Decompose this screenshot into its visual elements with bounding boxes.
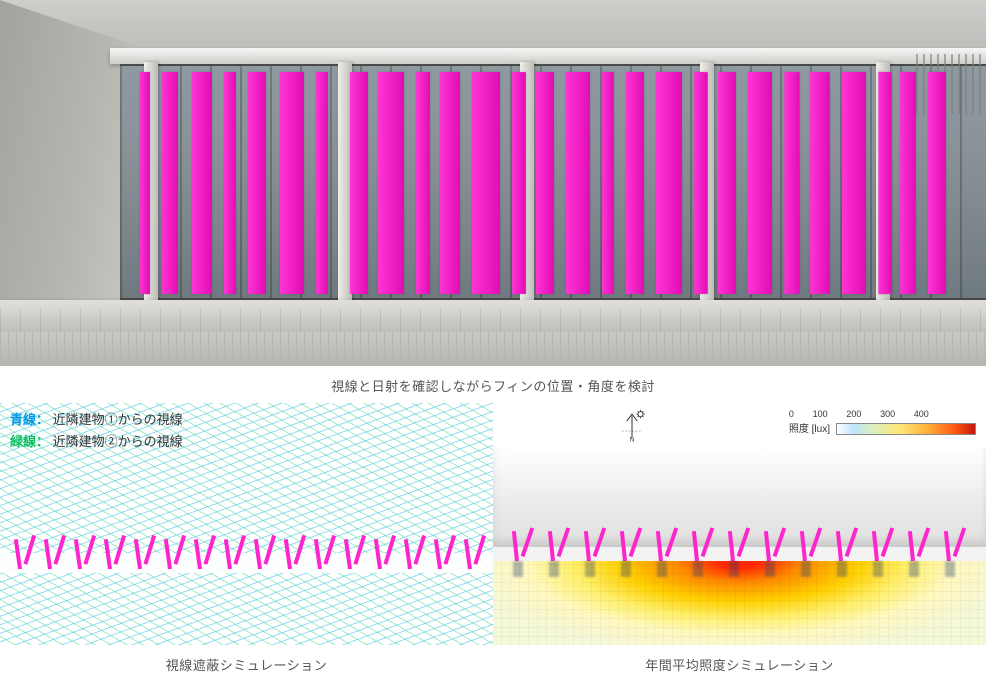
sightline-fins (0, 539, 493, 573)
plan-fin (836, 531, 843, 561)
fin-shadow (585, 561, 595, 577)
fin (350, 72, 368, 294)
bottom-captions: 視線遮蔽シミュレーション 年間平均照度シミュレーション (0, 645, 986, 682)
legend-blue-label: 青線： (10, 412, 49, 427)
fin (718, 72, 736, 294)
legend-green-text: 近隣建物②からの視線 (53, 434, 183, 449)
plan-fin (908, 531, 915, 561)
plan-fin (434, 539, 442, 569)
plan-fin (374, 539, 382, 569)
fin (224, 72, 236, 294)
fin (440, 72, 460, 294)
fin-shadow (549, 561, 559, 577)
fin-shadow (513, 561, 523, 577)
fin (280, 72, 304, 294)
fin-shadow (801, 561, 811, 577)
fin (810, 72, 830, 294)
plan-fin (224, 539, 232, 569)
illuminance-caption: 年間平均照度シミュレーション (493, 645, 986, 682)
plan-fin (104, 539, 112, 569)
plan-fin (692, 531, 699, 561)
lux-tick: 300 (880, 409, 895, 419)
plan-fin (404, 539, 412, 569)
fin (900, 72, 916, 294)
sightline-legend: 青線： 近隣建物①からの視線 緑線： 近隣建物②からの視線 (6, 407, 187, 455)
fin-shadow (837, 561, 847, 577)
compass-letter: N (630, 436, 635, 443)
plan-fin (872, 531, 879, 561)
fin (602, 72, 614, 294)
lower-storey (0, 332, 986, 366)
plan-fin (944, 531, 951, 561)
legend-blue-text: 近隣建物①からの視線 (53, 412, 183, 427)
plan-fin (512, 531, 519, 561)
legend-green-label: 緑線： (10, 434, 49, 449)
fin (566, 72, 590, 294)
fin (162, 72, 178, 294)
plan-fin (134, 539, 142, 569)
fin (842, 72, 866, 294)
plan-fin (584, 531, 591, 561)
fin-shadow (945, 561, 955, 577)
plan-fin (194, 539, 202, 569)
plan-fin (548, 531, 555, 561)
lux-tick: 0 (789, 409, 794, 419)
plan-fin (74, 539, 82, 569)
fin-shadow (729, 561, 739, 577)
lux-tick: 100 (813, 409, 828, 419)
fin (626, 72, 644, 294)
plan-fin (164, 539, 172, 569)
plan-fin (620, 531, 627, 561)
fin-shadow (657, 561, 667, 577)
fin-shadow (909, 561, 919, 577)
plan-fin (344, 539, 352, 569)
compass-icon: N (615, 409, 649, 443)
lux-legend-title: 照度 [lux] (789, 420, 830, 435)
fin (472, 72, 500, 294)
simulation-row: 青線： 近隣建物①からの視線 緑線： 近隣建物②からの視線 N (0, 403, 986, 645)
magenta-fins (140, 72, 986, 294)
fascia (110, 48, 986, 64)
lux-tick-labels: 0 100 200 300 400 (789, 409, 929, 419)
fin (878, 72, 891, 295)
fin (378, 72, 404, 294)
illuminance-legend: 0 100 200 300 400 照度 [lux] (789, 409, 976, 437)
fin (316, 72, 328, 294)
fin-shadow (693, 561, 703, 577)
fin (656, 72, 682, 294)
fin-shadow (873, 561, 883, 577)
fin (248, 72, 266, 294)
plan-fin (800, 531, 807, 561)
plan-fin (314, 539, 322, 569)
fin (192, 72, 212, 294)
plan-fin (728, 531, 735, 561)
plan-fin (656, 531, 663, 561)
sightline-caption: 視線遮蔽シミュレーション (0, 645, 493, 682)
plan-fin (44, 539, 52, 569)
plan-fin (254, 539, 262, 569)
facade-render (0, 0, 986, 366)
fin (140, 72, 150, 294)
fin-shadow (621, 561, 631, 577)
plan-fin (284, 539, 292, 569)
sightline-simulation: 青線： 近隣建物①からの視線 緑線： 近隣建物②からの視線 (0, 403, 493, 645)
fin-shadow (765, 561, 775, 577)
fin (536, 72, 554, 294)
fin (784, 72, 799, 295)
plan-fin (764, 531, 771, 561)
lux-color-scale (836, 423, 976, 435)
lux-tick: 400 (914, 409, 929, 419)
illuminance-simulation: N 0 100 200 300 400 照度 [lux] (493, 403, 986, 645)
upper-slab (0, 0, 986, 48)
fin (694, 72, 708, 294)
plan-fin (464, 539, 472, 569)
fin (928, 72, 946, 294)
plan-fin (14, 539, 22, 569)
fin (416, 72, 430, 294)
top-caption: 視線と日射を確認しながらフィンの位置・角度を検討 (0, 366, 986, 403)
lux-tick: 200 (846, 409, 861, 419)
fin (748, 72, 772, 294)
fin (512, 72, 526, 294)
